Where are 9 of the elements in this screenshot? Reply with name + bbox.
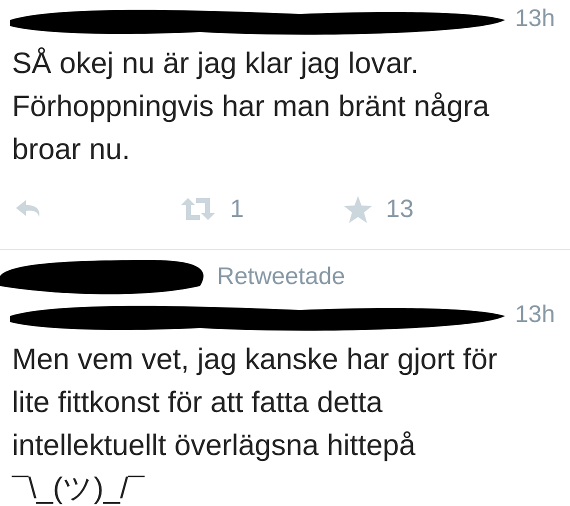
tweet-text: Men vem vet, jag kanske har gjort för lite fittkonst för att fatta detta intellektuellt överlägsna hittepå ¯\_(ツ)_/¯ <box>12 342 498 506</box>
retweeted-label: Retweetade <box>217 263 346 291</box>
timestamp: 13h <box>514 301 555 329</box>
retweet-count: 1 <box>230 194 244 224</box>
timestamp: 13h <box>514 5 555 33</box>
retweet-icon[interactable] <box>180 197 216 221</box>
tweet-text: SÅ okej nu är jag klar jag lovar. Förhoppningvis har man bränt några broar nu. <box>12 46 490 168</box>
favorite-count: 13 <box>386 194 414 224</box>
star-icon[interactable] <box>344 196 372 222</box>
